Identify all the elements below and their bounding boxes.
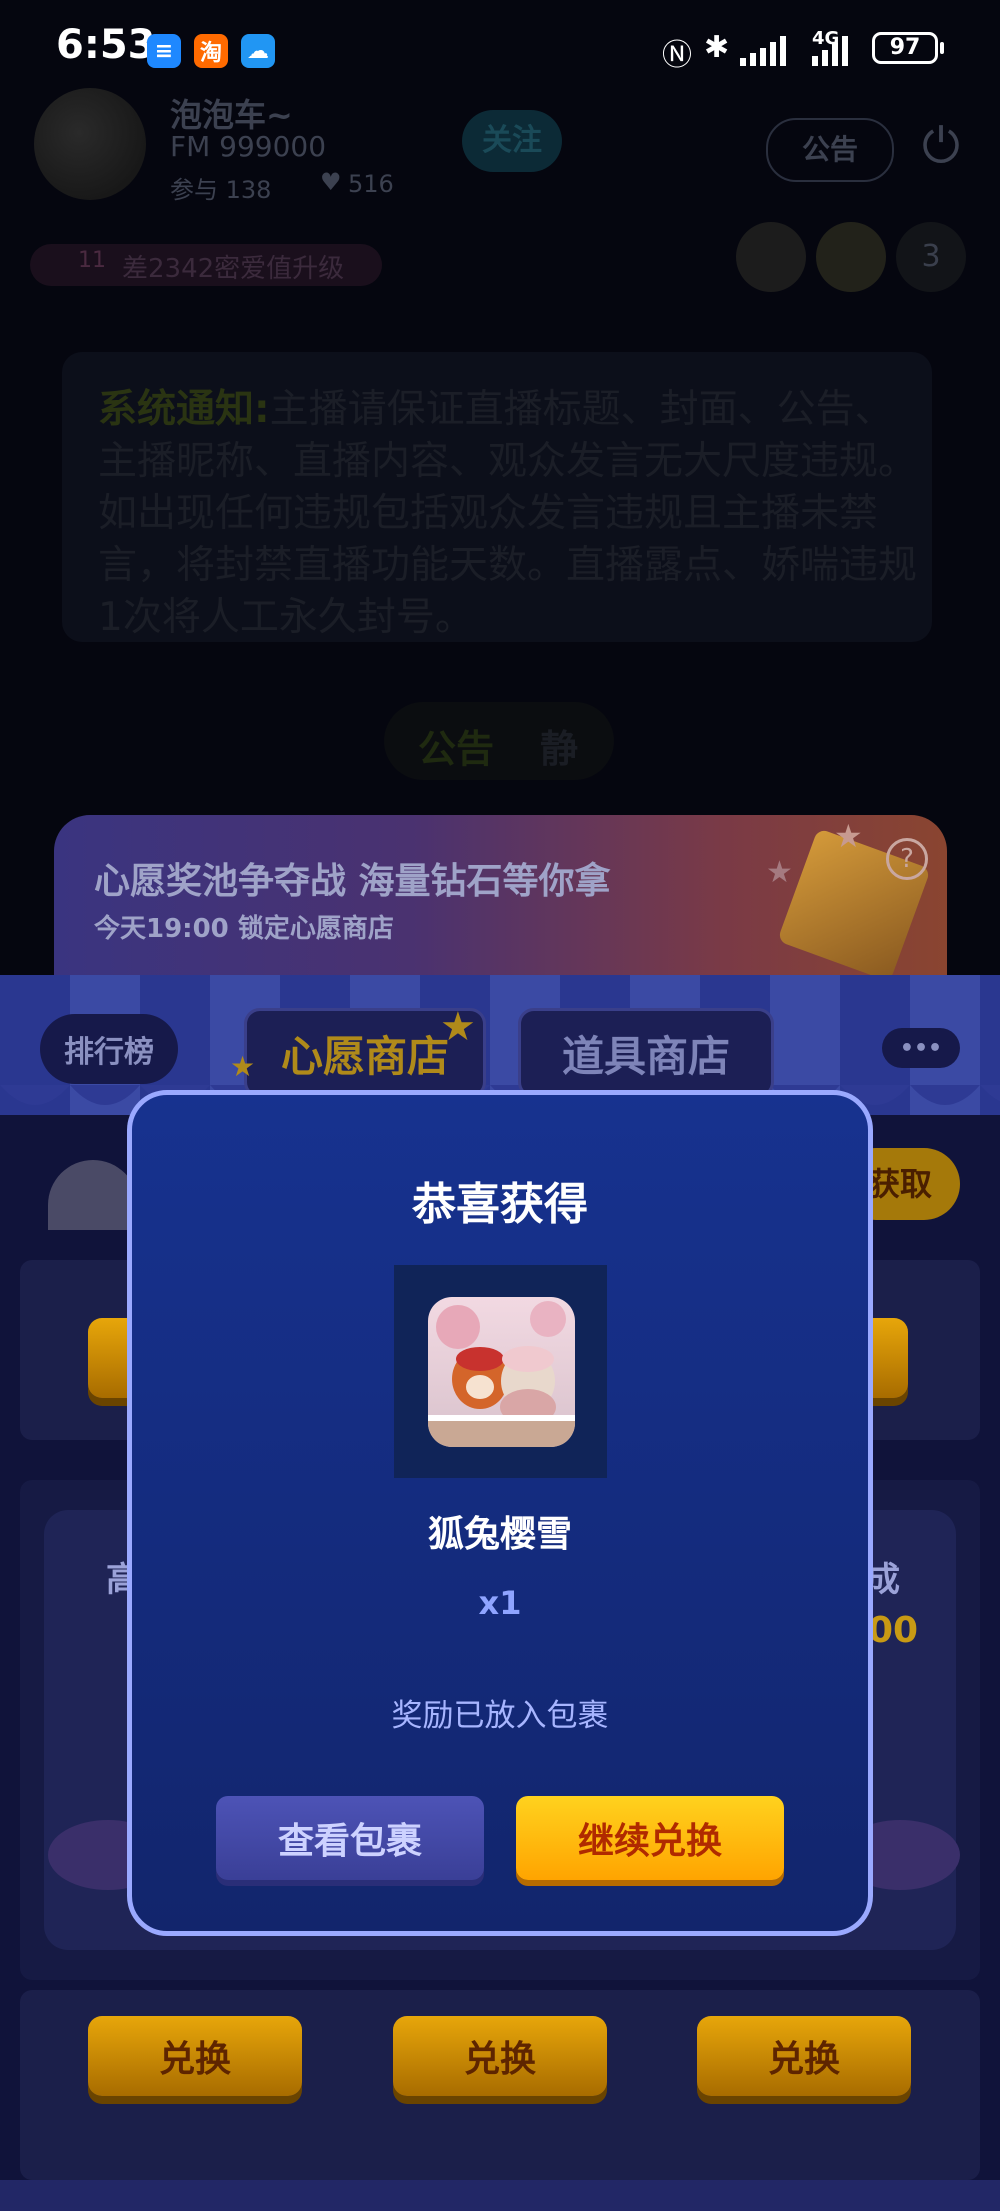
bottom-pill-left: 公告 — [418, 727, 495, 771]
system-notice-text: 系统通知:主播请保证直播标题、封面、公告、主播昵称、直播内容、观众发言无大尺度违… — [98, 384, 918, 644]
shelf-base — [0, 2180, 1000, 2211]
item-quantity: x1 — [478, 1584, 522, 1622]
follow-button[interactable]: 关注 — [462, 110, 562, 172]
status-bar: 6:53 ≡ 淘 ☁ Ⓝ ✱ 4G 97 — [0, 0, 1000, 100]
nfc-icon: Ⓝ — [662, 38, 692, 73]
level-text: 差2342密爱值升级 — [122, 254, 345, 284]
tab-prop-shop[interactable]: 道具商店 — [518, 1008, 774, 1098]
announcement-button[interactable]: 公告 — [766, 118, 894, 182]
modal-title: 恭喜获得 — [412, 1179, 588, 1230]
audience-avatar[interactable] — [736, 222, 806, 292]
taobao-icon: 淘 — [194, 34, 228, 68]
exchange-button[interactable]: 兑换 — [393, 2016, 607, 2096]
participants-count: 参与 138 — [170, 176, 272, 204]
4g-signal-icon — [812, 36, 860, 70]
alipay-icon: ≡ — [147, 34, 181, 68]
continue-exchange-button[interactable]: 继续兑换 — [516, 1796, 784, 1880]
battery-indicator: 97 — [872, 32, 938, 64]
exchange-button[interactable]: 兑换 — [88, 2016, 302, 2096]
heart-icon: ♥ — [320, 168, 342, 196]
exchange-button[interactable]: 兑换 — [697, 2016, 911, 2096]
item-name: 狐兔樱雪 — [427, 1514, 572, 1555]
room-id: FM 999000 — [170, 130, 327, 163]
clock: 6:53 — [56, 22, 156, 68]
host-avatar[interactable] — [34, 88, 146, 200]
banner-subtitle: 今天19:00 锁定心愿商店 — [94, 914, 394, 944]
bluetooth-icon: ✱ — [704, 30, 730, 65]
star-decoration: ★ — [440, 1004, 476, 1050]
item-image — [428, 1297, 575, 1447]
notice-prefix: 系统通知: — [98, 387, 270, 432]
star-decoration: ★ — [230, 1050, 256, 1083]
tab-ranking[interactable]: 排行榜 — [40, 1014, 178, 1084]
banner-title: 心愿奖池争夺战 海量钻石等你拿 — [94, 861, 611, 902]
more-icon[interactable]: ••• — [882, 1028, 960, 1068]
star-decoration: ★ — [834, 817, 863, 855]
signal-icon — [740, 36, 796, 70]
likes-count: 516 — [348, 170, 394, 198]
battery-cap — [940, 42, 944, 54]
audience-avatar[interactable] — [816, 222, 886, 292]
audience-count[interactable]: 3 — [896, 222, 966, 292]
power-icon[interactable]: ⏻ — [922, 118, 960, 175]
view-package-button[interactable]: 查看包裹 — [216, 1796, 484, 1880]
level-badge: 11 — [78, 248, 106, 273]
help-icon[interactable]: ? — [886, 838, 928, 880]
weather-icon: ☁ — [241, 34, 275, 68]
modal-message: 奖励已放入包裹 — [391, 1698, 609, 1734]
bottom-pill-right: 静 — [540, 727, 579, 771]
star-decoration: ★ — [766, 855, 793, 890]
product-partial-price: 00 — [868, 1610, 919, 1651]
